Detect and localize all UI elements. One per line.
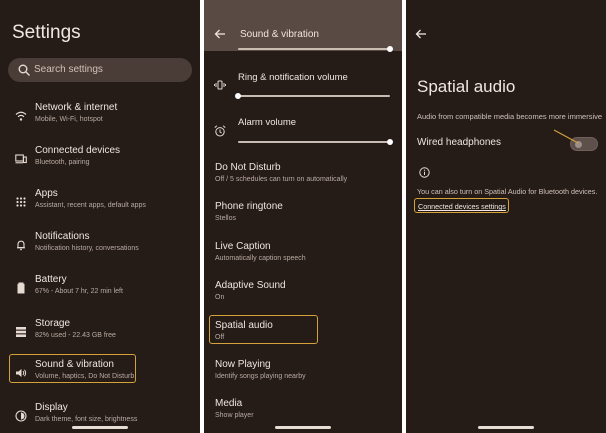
menu-item-title: Phone ringtone (215, 201, 283, 212)
settings-screen: Settings Search settings Network & inter… (0, 0, 200, 433)
top-app-bar (204, 0, 402, 51)
gesture-nav-bar[interactable] (72, 426, 128, 429)
alarm-volume-slider[interactable] (238, 141, 390, 143)
settings-item-title: Display (35, 402, 68, 413)
annotation-arrow (553, 129, 579, 144)
search-placeholder: Search settings (34, 64, 103, 75)
settings-item-title: Notifications (35, 231, 90, 242)
back-arrow-icon[interactable] (214, 29, 226, 39)
slider-label: Ring & notification volume (238, 72, 348, 83)
spatial-audio-screen: Spatial audio Audio from compatible medi… (406, 0, 606, 433)
highlight-box (209, 315, 318, 344)
settings-item-notifications[interactable]: Notifications Notification history, conv… (0, 229, 200, 263)
page-title: Settings (12, 22, 81, 43)
menu-item-title: Do Not Disturb (215, 162, 281, 173)
devices-icon (15, 154, 27, 164)
ring-volume-row: Ring & notification volume (204, 70, 402, 104)
menu-item-subtitle: On (215, 294, 225, 301)
settings-item-connected-devices[interactable]: Connected devices Bluetooth, pairing (0, 143, 200, 177)
settings-item-subtitle: Assistant, recent apps, default apps (35, 202, 146, 209)
menu-item-title: Now Playing (215, 359, 271, 370)
menu-item-subtitle: Stellos (215, 215, 237, 222)
bluetooth-note: You can also turn on Spatial Audio for B… (417, 187, 598, 196)
alarm-volume-row: Alarm volume (204, 115, 402, 149)
alarm-volume-knob[interactable] (387, 139, 393, 145)
settings-item-apps[interactable]: Apps Assistant, recent apps, default app… (0, 186, 200, 220)
brightness-icon (15, 410, 27, 422)
settings-item-battery[interactable]: Battery 67% - About 7 hr, 22 min left (0, 272, 200, 306)
vibrate-icon (214, 80, 226, 90)
page-title: Spatial audio (417, 77, 516, 96)
settings-item-subtitle: 82% used - 22.43 GB free (35, 332, 116, 339)
gesture-nav-bar[interactable] (275, 426, 331, 429)
settings-item-subtitle: Bluetooth, pairing (35, 159, 90, 166)
menu-item-title: Adaptive Sound (215, 280, 286, 291)
menu-item-live-caption[interactable]: Live Caption Automatically caption speec… (204, 241, 402, 275)
ring-volume-knob[interactable] (235, 93, 241, 99)
menu-item-subtitle: Automatically caption speech (215, 255, 306, 262)
settings-item-subtitle: Dark theme, font size, brightness (35, 416, 138, 423)
settings-item-title: Connected devices (35, 145, 121, 156)
menu-item-title: Media (215, 398, 243, 409)
alarm-clock-icon (214, 125, 226, 137)
storage-icon (16, 327, 26, 337)
menu-item-subtitle: Off / 5 schedules can turn on automatica… (215, 176, 348, 183)
settings-item-subtitle: 67% - About 7 hr, 22 min left (35, 288, 123, 295)
menu-item-adaptive-sound[interactable]: Adaptive Sound On (204, 280, 402, 314)
settings-item-subtitle: Notification history, conversations (35, 245, 139, 252)
gesture-nav-bar[interactable] (478, 426, 534, 429)
search-icon (18, 64, 30, 76)
highlight-box (414, 198, 509, 213)
menu-item-subtitle: Show player (215, 412, 254, 419)
wired-headphones-label: Wired headphones (417, 137, 501, 148)
settings-item-storage[interactable]: Storage 82% used - 22.43 GB free (0, 316, 200, 350)
menu-item-title: Live Caption (215, 241, 271, 252)
settings-item-title: Network & internet (35, 102, 118, 113)
settings-item-title: Battery (35, 274, 67, 285)
highlight-box (9, 354, 136, 383)
toggle-knob (575, 141, 582, 148)
settings-item-network[interactable]: Network & internet Mobile, Wi-Fi, hotspo… (0, 100, 200, 134)
wired-headphones-toggle[interactable] (570, 137, 598, 151)
wifi-icon (15, 111, 27, 121)
menu-item-subtitle: Identify songs playing nearby (215, 373, 306, 380)
info-icon (419, 167, 430, 178)
media-volume-knob[interactable] (387, 46, 393, 52)
ring-volume-slider[interactable] (238, 95, 390, 97)
back-arrow-icon[interactable] (415, 29, 427, 39)
menu-item-do-not-disturb[interactable]: Do Not Disturb Off / 5 schedules can tur… (204, 162, 402, 196)
media-volume-slider[interactable] (238, 48, 390, 50)
settings-item-title: Storage (35, 318, 71, 329)
settings-item-title: Apps (35, 188, 58, 199)
bell-icon (17, 240, 25, 251)
menu-item-phone-ringtone[interactable]: Phone ringtone Stellos (204, 201, 402, 235)
settings-item-subtitle: Mobile, Wi-Fi, hotspot (35, 116, 103, 123)
search-bar[interactable]: Search settings (8, 58, 192, 82)
slider-label: Alarm volume (238, 117, 297, 128)
page-title: Sound & vibration (240, 29, 319, 40)
menu-item-now-playing[interactable]: Now Playing Identify songs playing nearb… (204, 359, 402, 393)
page-description: Audio from compatible media becomes more… (417, 112, 603, 121)
battery-icon (17, 282, 25, 294)
sound-vibration-screen: Sound & vibration Ring & notification vo… (204, 0, 402, 433)
apps-grid-icon (16, 197, 26, 207)
